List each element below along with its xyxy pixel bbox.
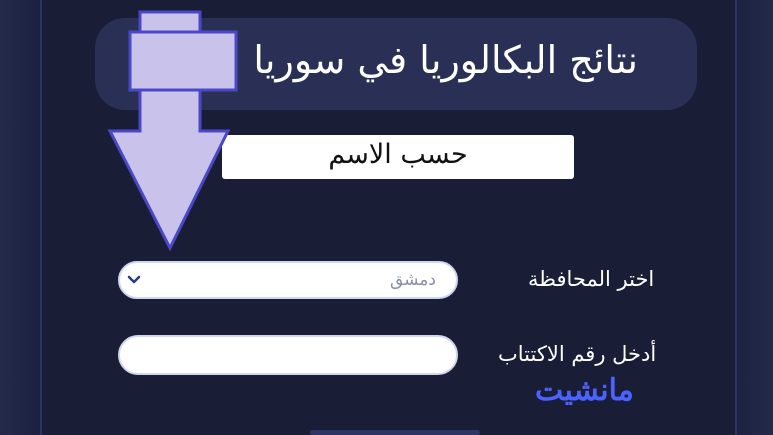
highlight-box-icon [128,30,238,92]
